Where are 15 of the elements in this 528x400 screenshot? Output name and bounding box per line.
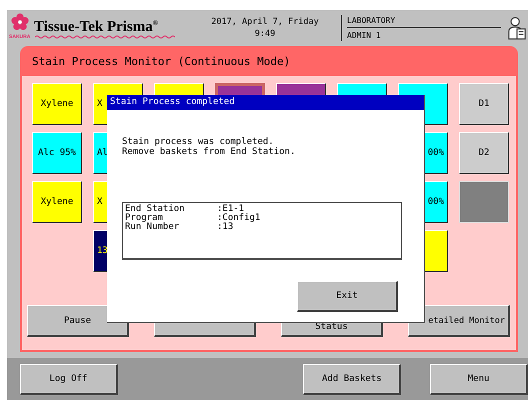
brand-name: Tissue-Tek Prisma$^{®}$: [34, 18, 158, 36]
location-text: LABORATORY: [347, 16, 501, 28]
message-text: Remove baskets from End Station.: [122, 147, 296, 157]
detail-value: :E1-1: [217, 205, 244, 214]
user-name: ADMIN 1: [347, 31, 382, 40]
detail-value: :Config1: [217, 214, 260, 223]
message-text: Stain process was completed.: [122, 137, 275, 147]
detail-label: Program: [125, 214, 163, 223]
time-text: 9:49: [254, 29, 276, 39]
panel-title: Stain Process Monitor (Continuous Mode): [20, 46, 518, 76]
dialog-title: Stain Process completed: [107, 95, 424, 110]
detail-label: End Station: [125, 205, 186, 214]
detail-value: :13: [217, 223, 234, 232]
detail-label: Run Number: [125, 223, 180, 232]
date-text: 2017, April 7, Friday: [211, 17, 319, 27]
